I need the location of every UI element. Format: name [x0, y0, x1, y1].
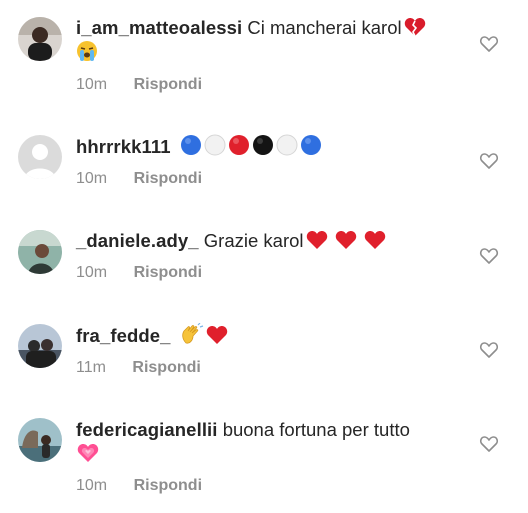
black-circle-icon	[252, 134, 274, 156]
avatar[interactable]	[18, 230, 62, 274]
waving-hand-icon	[180, 323, 204, 345]
broken-heart-icon	[404, 17, 426, 37]
like-heart-icon[interactable]	[479, 34, 499, 54]
avatar[interactable]	[18, 418, 62, 462]
avatar[interactable]	[18, 324, 62, 368]
like-heart-icon[interactable]	[479, 246, 499, 266]
comment-username[interactable]: i_am_matteoalessi	[76, 17, 242, 38]
comment-username[interactable]: _daniele.ady_	[76, 230, 199, 251]
comment-body: federicagianellii buona fortuna per tutt…	[76, 418, 471, 467]
red-heart-icon	[206, 325, 228, 345]
avatar-placeholder[interactable]	[18, 135, 62, 179]
comment-body: hhrrrkk111	[76, 134, 471, 159]
comment-text: Ci mancherai karol	[247, 17, 402, 38]
comment-username[interactable]: fra_fedde_	[76, 325, 171, 346]
comment-meta: 10m Rispondi	[76, 75, 202, 95]
comment-meta: 10m Rispondi	[76, 169, 202, 189]
white-circle-icon	[204, 134, 226, 156]
comment-meta: 11m Rispondi	[76, 358, 201, 378]
comment-meta: 10m Rispondi	[76, 263, 202, 283]
comment-time: 10m	[76, 76, 108, 93]
like-heart-icon[interactable]	[479, 340, 499, 360]
comment-time: 10m	[76, 264, 108, 281]
red-heart-icon	[364, 230, 386, 250]
like-heart-icon[interactable]	[479, 434, 499, 454]
growing-heart-icon	[76, 442, 100, 464]
red-heart-icon	[335, 230, 357, 250]
comment-text: buona fortuna per tutto	[222, 419, 410, 440]
comment-body: i_am_matteoalessi Ci mancherai karol	[76, 16, 471, 65]
reply-button[interactable]: Rispondi	[134, 263, 202, 283]
blue-circle-icon	[180, 134, 202, 156]
comment-meta: 10m Rispondi	[76, 476, 202, 496]
comment-time: 10m	[76, 477, 108, 494]
comment-username[interactable]: federicagianellii	[76, 419, 218, 440]
reply-button[interactable]: Rispondi	[134, 169, 202, 189]
comment-text: Grazie karol	[203, 230, 304, 251]
comment-body: fra_fedde_	[76, 323, 471, 348]
red-heart-icon	[306, 230, 328, 250]
comment-time: 11m	[76, 359, 106, 376]
reply-button[interactable]: Rispondi	[134, 476, 202, 496]
comment-time: 10m	[76, 170, 108, 187]
white-circle-icon	[276, 134, 298, 156]
comment-username[interactable]: hhrrrkk111	[76, 136, 171, 157]
red-circle-icon	[228, 134, 250, 156]
comment-body: _daniele.ady_ Grazie karol	[76, 229, 471, 253]
blue-circle-icon	[300, 134, 322, 156]
reply-button[interactable]: Rispondi	[134, 75, 202, 95]
like-heart-icon[interactable]	[479, 151, 499, 171]
loudly-crying-face-icon	[76, 40, 98, 62]
reply-button[interactable]: Rispondi	[132, 358, 200, 378]
avatar[interactable]	[18, 17, 62, 61]
